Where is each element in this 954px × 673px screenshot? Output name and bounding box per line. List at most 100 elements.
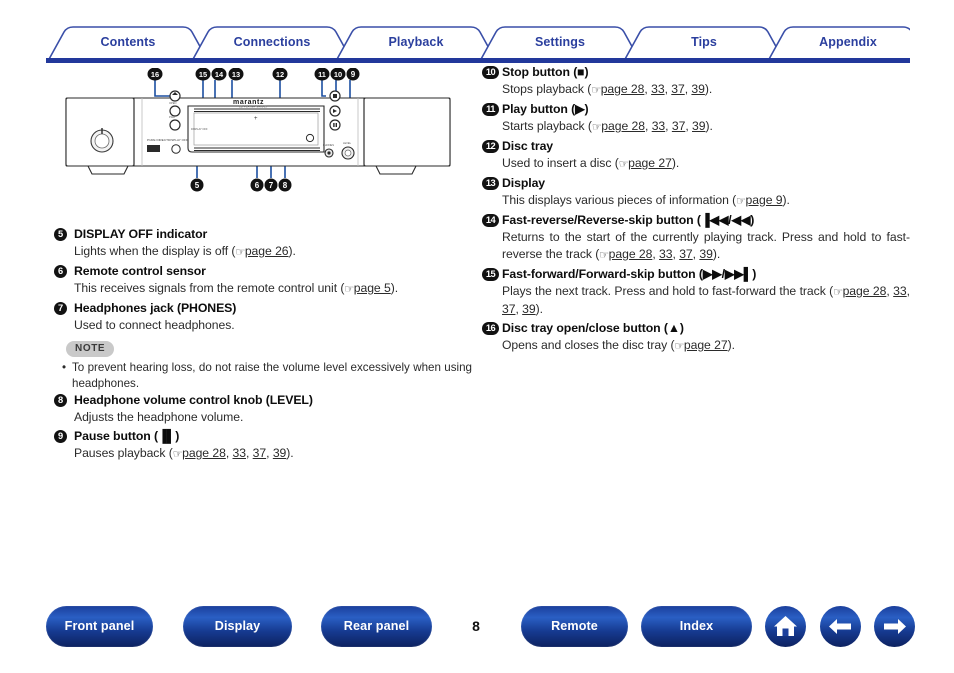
description-text-end: ). [390, 281, 399, 295]
nav-index[interactable]: Index [641, 606, 752, 647]
front-panel-illustration: PURE DIRECT DISPLAY OFF OPEN FWD marantz… [58, 67, 458, 213]
description-text: Lights when the display is off ( [74, 244, 236, 258]
svg-text:13: 13 [232, 70, 240, 79]
page-reference-link[interactable]: page 26 [245, 244, 289, 258]
tab-contents[interactable]: Contents [56, 32, 200, 52]
svg-text:10: 10 [334, 70, 342, 79]
feature-description: Adjusts the headphone volume. [54, 409, 472, 426]
feature-entry: 5 DISPLAY OFF indicator Lights when the di… [54, 226, 472, 261]
svg-text:15: 15 [199, 70, 207, 79]
page-reference-link[interactable]: 33 [659, 247, 673, 261]
page-reference-link[interactable]: page 28 [182, 446, 226, 460]
callout-number-marker: 9 [54, 430, 67, 443]
nav-rear-panel[interactable]: Rear panel [321, 606, 432, 647]
page-reference-link[interactable]: page 28 [843, 284, 887, 298]
page-reference-icon: ☞ [235, 246, 245, 259]
note-badge: NOTE [66, 341, 115, 357]
feature-entry-title: 12 Disc tray [482, 138, 910, 155]
page-reference-icon: ☞ [344, 283, 354, 296]
feature-description: Pauses playback (☞page 28, 33, 37, 39). [54, 445, 472, 463]
page-reference-link[interactable]: 39 [522, 302, 536, 316]
feature-title-text: Fast-reverse/Reverse-skip button (▐◀◀/◀◀… [502, 213, 755, 227]
page-reference-link[interactable]: page 5 [354, 281, 391, 295]
callout-number-marker: 5 [54, 228, 67, 241]
page-reference-link[interactable]: page 28 [609, 247, 653, 261]
note-text: • To prevent hearing loss, do not raise t… [54, 360, 472, 392]
page-reference-link[interactable]: 33 [893, 284, 907, 298]
svg-text:DISPLAY OFF: DISPLAY OFF [191, 127, 208, 131]
page-reference-link[interactable]: page 27 [628, 156, 672, 170]
feature-entry: 10 Stop button (■) Stops playback (☞page 2… [482, 64, 910, 99]
feature-entry: 6 Remote control sensor This receives sign… [54, 263, 472, 298]
description-text-end: ). [704, 82, 713, 96]
note-bullet: • [62, 361, 67, 374]
page-reference-link[interactable]: 39 [691, 82, 705, 96]
feature-description: Plays the next track. Press and hold to … [502, 284, 910, 316]
page-reference-link[interactable]: page 9 [746, 193, 783, 207]
feature-title-text: Pause button (▐▌) [74, 429, 180, 443]
transport-buttons-left: OPEN FWD [169, 90, 181, 131]
page-reference-link[interactable]: 37 [679, 247, 693, 261]
feature-entry-title: 14 Fast-reverse/Reverse-skip button (▐◀◀/… [482, 212, 910, 229]
page-reference-link[interactable]: page 28 [601, 119, 645, 133]
page-reference-icon: ☞ [736, 195, 746, 208]
nav-front-panel[interactable]: Front panel [46, 606, 153, 647]
right-text-column: 10 Stop button (■) Stops playback (☞page 2… [482, 64, 910, 357]
svg-text:LEVEL: LEVEL [343, 141, 352, 145]
page-reference-link[interactable]: page 28 [601, 82, 645, 96]
back-button[interactable] [820, 606, 861, 647]
tab-appendix[interactable]: Appendix [776, 32, 920, 52]
home-icon [774, 616, 797, 636]
front-panel-drawing: PURE DIRECT DISPLAY OFF OPEN FWD marantz… [65, 67, 451, 192]
description-text-end: ). [286, 446, 294, 460]
feature-title-text: DISPLAY OFF indicator [74, 227, 208, 241]
feature-entry: 14 Fast-reverse/Reverse-skip button (▐◀◀/… [482, 212, 910, 264]
page-reference-link[interactable]: 37 [672, 119, 686, 133]
feature-description: Opens and closes the disc tray (☞page 27… [482, 337, 910, 355]
feature-title-text: Fast-forward/Forward-skip button (▶▶/▶▶▌… [502, 267, 757, 281]
svg-text:7: 7 [269, 181, 274, 190]
svg-text:+: + [254, 116, 258, 122]
callout-number-marker: 16 [482, 322, 499, 335]
feature-description: Starts playback (☞page 28, 33, 37, 39). [482, 118, 910, 136]
page-reference-link[interactable]: 37 [502, 302, 516, 316]
page-reference-link[interactable]: page 27 [684, 338, 728, 352]
page-reference-link[interactable]: 39 [273, 446, 287, 460]
page-reference-link[interactable]: 33 [233, 446, 247, 460]
tab-tips[interactable]: Tips [632, 32, 776, 52]
callout-number-marker: 10 [482, 66, 499, 79]
feature-entry-title: 9 Pause button (▐▌) [54, 428, 472, 445]
feature-entry-title: 5 DISPLAY OFF indicator [54, 226, 472, 243]
page-reference-link[interactable]: 37 [671, 82, 685, 96]
feature-entry: 16 Disc tray open/close button (▲) Opens a… [482, 320, 910, 355]
brand-subtext: CD PLAYER SA8005 [239, 106, 267, 109]
page-reference-link[interactable]: 39 [692, 119, 706, 133]
tab-playback[interactable]: Playback [344, 32, 488, 52]
feature-entry-title: 13 Display [482, 175, 910, 192]
feature-entry-title: 10 Stop button (■) [482, 64, 910, 81]
nav-remote[interactable]: Remote [521, 606, 628, 647]
footer-navigation: Front panel Display Rear panel 8 Remote … [0, 606, 954, 651]
page-reference-link[interactable]: 39 [699, 247, 713, 261]
page-reference-link[interactable]: 33 [652, 119, 666, 133]
note-body: To prevent hearing loss, do not raise th… [72, 361, 472, 390]
brand-wordmark: marantz [233, 99, 264, 106]
home-button[interactable] [765, 606, 806, 647]
feature-description: Lights when the display is off (☞page 26… [54, 243, 472, 261]
tab-connections[interactable]: Connections [200, 32, 344, 52]
tab-settings[interactable]: Settings [488, 32, 632, 52]
nav-display[interactable]: Display [183, 606, 292, 647]
feature-entry: 13 Display This displays various pieces of… [482, 175, 910, 210]
description-text-end: ). [671, 156, 680, 170]
tab-bar: Contents Connections Playback Settings T… [46, 24, 910, 62]
remote-sensor [305, 133, 315, 143]
forward-button[interactable] [874, 606, 915, 647]
page-reference-link[interactable]: 37 [253, 446, 267, 460]
forward-arrow-icon [884, 619, 906, 634]
page-reference-link[interactable]: 33 [651, 82, 665, 96]
feature-title-text: Headphone volume control knob (LEVEL) [74, 393, 313, 407]
display-and-tray: marantz CD PLAYER SA8005 + DISPLAY OFF [187, 99, 325, 153]
description-text: This displays various pieces of informat… [502, 193, 737, 207]
feature-description: This receives signals from the remote co… [54, 280, 472, 298]
callout-number-marker: 7 [54, 302, 67, 315]
